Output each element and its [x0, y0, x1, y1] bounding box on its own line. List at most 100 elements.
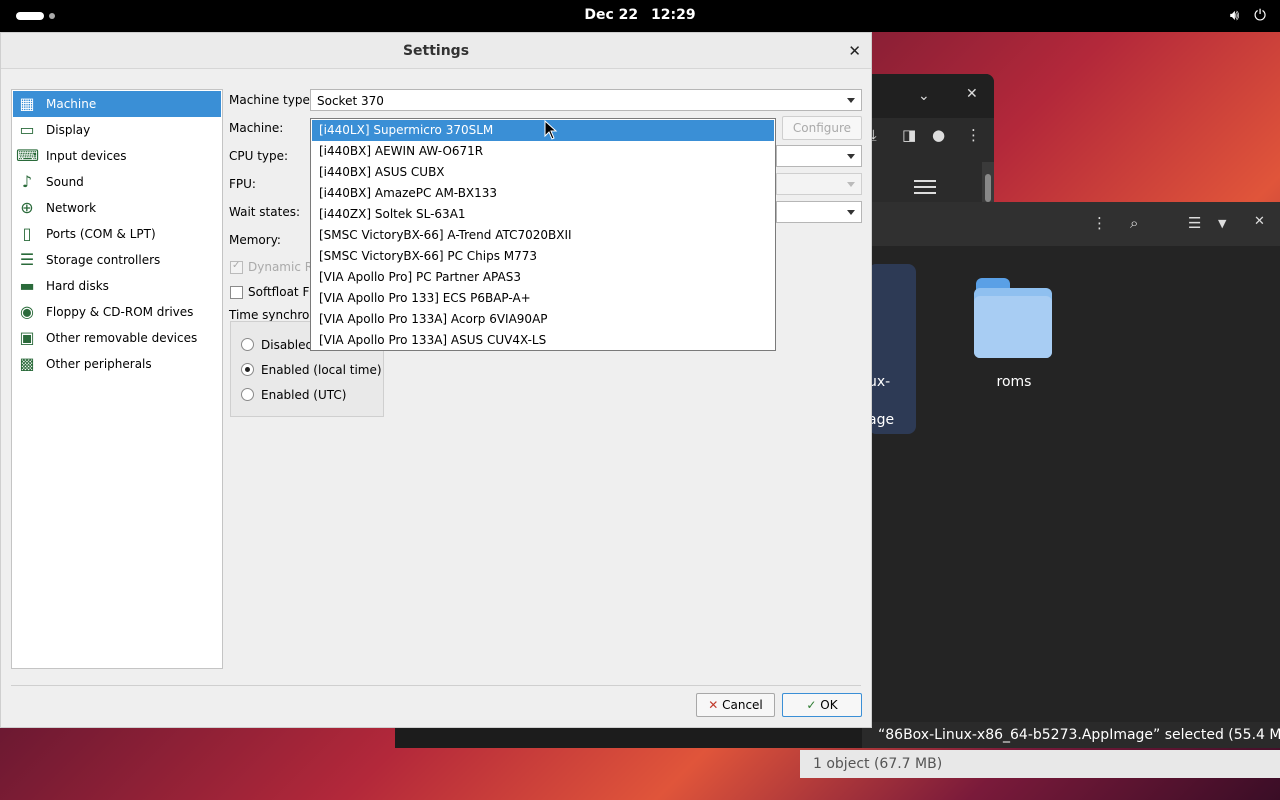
wait-states-label: Wait states:	[229, 205, 300, 219]
machine-option[interactable]: [i440BX] AmazePC AM-BX133	[312, 183, 774, 204]
peripherals-icon: ▩	[19, 354, 35, 373]
floppy-cdrom-icon: ◉	[20, 302, 34, 321]
files-selection-status: “86Box-Linux-x86_64-b5273.AppImage” sele…	[862, 722, 1280, 748]
sidebar-item-sound[interactable]: ♪ Sound	[13, 169, 221, 195]
system-tray[interactable]: 🔊︎ ⏻	[1220, 6, 1266, 24]
time-sync-local-label: Enabled (local time)	[261, 363, 382, 377]
hard-disk-icon: ▬	[19, 276, 35, 295]
mouse-cursor-icon	[544, 120, 558, 140]
close-icon[interactable]: ✕	[1254, 214, 1265, 229]
sidebar-item-label: Input devices	[46, 149, 127, 163]
folder-label: roms	[996, 374, 1032, 390]
close-icon[interactable]: ✕	[848, 42, 861, 60]
sidebar-icon[interactable]: ◨	[902, 126, 916, 144]
sidebar-item-hard-disks[interactable]: ▬ Hard disks	[13, 273, 221, 299]
machine-option[interactable]: [i440LX] Supermicro 370SLM	[312, 120, 774, 141]
power-icon: ⏻	[1254, 6, 1266, 24]
machine-option[interactable]: [i440BX] ASUS CUBX	[312, 162, 774, 183]
machine-option[interactable]: [i440BX] AEWIN AW-O671R	[312, 141, 774, 162]
storage-icon: ☰	[19, 250, 35, 269]
chevron-down-icon[interactable]: ⌄	[918, 88, 930, 104]
sidebar-item-label: Machine	[46, 97, 97, 111]
sidebar-item-storage-controllers[interactable]: ☰ Storage controllers	[13, 247, 221, 273]
sidebar-item-label: Other peripherals	[46, 357, 152, 371]
selected-file-tile[interactable]	[868, 264, 916, 434]
machine-icon: ▦	[19, 94, 35, 113]
sidebar-item-label: Floppy & CD-ROM drives	[46, 305, 194, 319]
hamburger-menu-icon[interactable]	[914, 180, 936, 198]
network-icon: ⊕	[20, 198, 34, 217]
cancel-label: Cancel	[722, 698, 763, 712]
machine-type-select[interactable]: Socket 370	[310, 89, 862, 111]
ok-button[interactable]: ✓ OK	[782, 693, 862, 717]
softfloat-label: Softfloat FP	[248, 285, 317, 299]
machine-option[interactable]: [VIA Apollo Pro 133] ECS P6BAP-A+	[312, 288, 774, 309]
dynamic-recompiler-checkbox[interactable]: ✓	[230, 260, 243, 274]
clock[interactable]: Dec 22 12:29	[0, 7, 1280, 23]
configure-button[interactable]: Configure	[782, 116, 862, 140]
sidebar-item-machine[interactable]: ▦ Machine	[13, 91, 221, 117]
cancel-button[interactable]: ✕ Cancel	[696, 693, 775, 717]
sidebar-item-label: Other removable devices	[46, 331, 198, 345]
clock-time: 12:29	[651, 7, 696, 23]
settings-category-list: ▦ Machine ▭ Display ⌨ Input devices ♪ Sound ⊕ Net…	[11, 89, 223, 669]
sidebar-item-label: Ports (COM & LPT)	[46, 227, 156, 241]
machine-label: Machine:	[229, 121, 284, 135]
time-sync-disabled-label: Disabled	[261, 338, 314, 352]
checkmark-icon: ✓	[806, 698, 817, 712]
scrollbar[interactable]	[982, 162, 994, 204]
time-sync-disabled-radio[interactable]	[241, 338, 254, 351]
search-icon[interactable]: ⌕	[1130, 214, 1138, 232]
chevron-down-icon[interactable]: ▼	[1218, 217, 1226, 230]
kebab-menu-icon[interactable]: ⋮	[1092, 214, 1107, 232]
close-icon[interactable]: ✕	[966, 86, 978, 102]
dialog-separator	[11, 685, 861, 686]
machine-option[interactable]: [VIA Apollo Pro] PC Partner APAS3	[312, 267, 774, 288]
kebab-menu-icon[interactable]: ⋮	[966, 126, 981, 144]
machine-type-label: Machine type:	[229, 93, 314, 107]
memory-label: Memory:	[229, 233, 281, 247]
sidebar-item-input-devices[interactable]: ⌨ Input devices	[13, 143, 221, 169]
sound-icon: ♪	[21, 172, 33, 191]
machine-option[interactable]: [SMSC VictoryBX-66] PC Chips M773	[312, 246, 774, 267]
sidebar-item-other-removable-devices[interactable]: ▣ Other removable devices	[13, 325, 221, 351]
dialog-title: Settings	[1, 33, 871, 69]
folder-icon[interactable]	[974, 278, 1054, 360]
machine-option[interactable]: [VIA Apollo Pro 133A] Acorp 6VIA90AP	[312, 309, 774, 330]
sidebar-item-floppy-cd-rom-drives[interactable]: ◉ Floppy & CD-ROM drives	[13, 299, 221, 325]
files-headerbar: ⋮ ⌕ ☰ ▼ ✕	[860, 202, 1280, 246]
display-icon: ▭	[19, 120, 35, 139]
files-object-status: 1 object (67.7 MB)	[800, 750, 1280, 778]
sidebar-item-other-peripherals[interactable]: ▩ Other peripherals	[13, 351, 221, 377]
machine-option[interactable]: [SMSC VictoryBX-66] A-Trend ATC7020BXII	[312, 225, 774, 246]
softfloat-checkbox[interactable]	[230, 286, 243, 299]
machine-dropdown-list: [i440LX] Supermicro 370SLM [i440BX] AEWIN…	[310, 118, 776, 351]
machine-option[interactable]: [i440ZX] Soltek SL-63A1	[312, 204, 774, 225]
cancel-icon: ✕	[708, 698, 719, 712]
time-sync-utc-radio[interactable]	[241, 388, 254, 401]
sidebar-item-label: Display	[46, 123, 91, 137]
time-sync-utc-label: Enabled (UTC)	[261, 388, 347, 402]
ok-label: OK	[820, 698, 838, 712]
top-bar: Dec 22 12:29 🔊︎ ⏻	[0, 0, 1280, 32]
background-browser-window: ⌄ ✕ ⤓ ◨ ● ⋮	[860, 74, 994, 204]
sidebar-item-ports-com-lpt[interactable]: ▯ Ports (COM & LPT)	[13, 221, 221, 247]
fpu-select[interactable]	[776, 173, 862, 195]
list-view-icon[interactable]: ☰	[1188, 214, 1201, 232]
sidebar-item-network[interactable]: ⊕ Network	[13, 195, 221, 221]
account-icon[interactable]: ●	[932, 126, 945, 144]
sidebar-item-label: Sound	[46, 175, 84, 189]
time-sync-label: Time synchroni	[229, 308, 321, 322]
cpu-type-label: CPU type:	[229, 149, 289, 163]
removable-icon: ▣	[19, 328, 35, 347]
window-edge	[395, 728, 865, 748]
ports-icon: ▯	[22, 224, 32, 243]
wait-states-select[interactable]	[776, 201, 862, 223]
time-sync-local-radio[interactable]	[241, 363, 254, 376]
clock-date: Dec 22	[584, 7, 639, 23]
machine-option[interactable]: [VIA Apollo Pro 133A] ASUS CUV4X-LS	[312, 330, 774, 351]
sidebar-item-display[interactable]: ▭ Display	[13, 117, 221, 143]
sidebar-item-label: Network	[46, 201, 97, 215]
cpu-type-select[interactable]	[776, 145, 862, 167]
fpu-label: FPU:	[229, 177, 256, 191]
